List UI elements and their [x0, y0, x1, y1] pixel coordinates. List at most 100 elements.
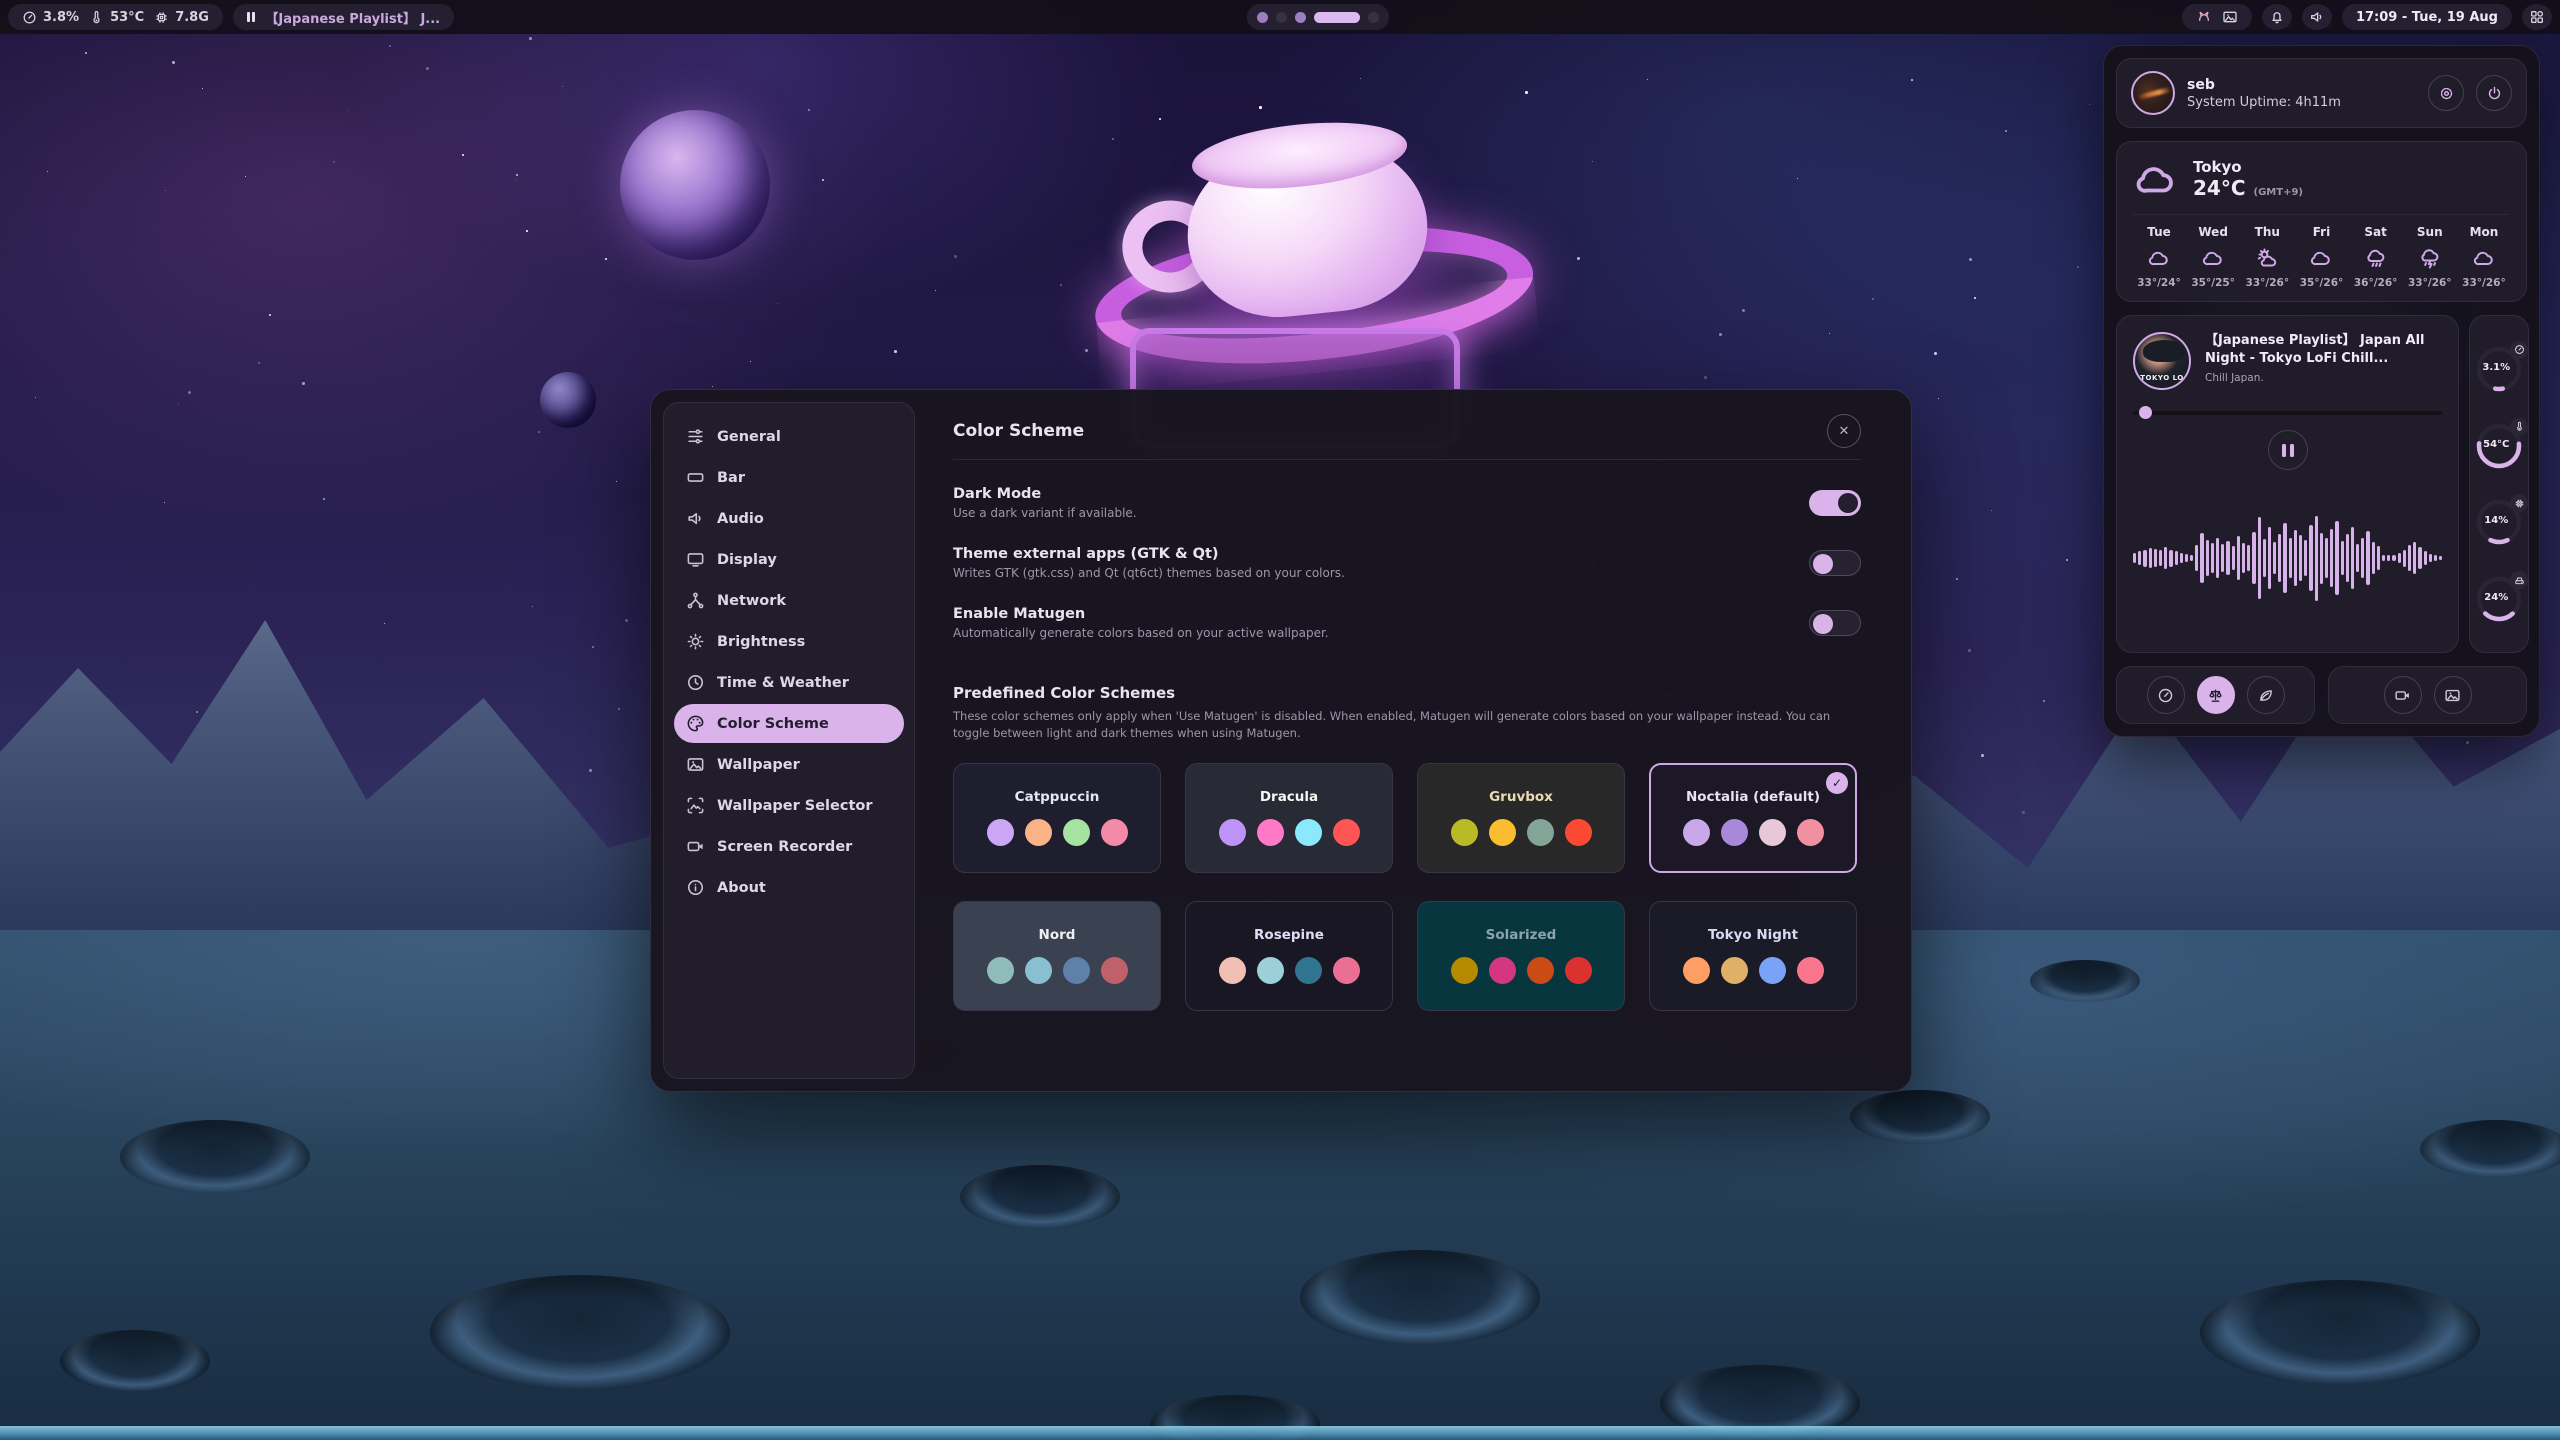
scheme-card-gruvbox[interactable]: Gruvbox: [1417, 763, 1625, 873]
waveform-bar: [2439, 556, 2442, 560]
user-name: seb: [2187, 77, 2416, 93]
waveform-bar: [2175, 551, 2178, 565]
predefined-schemes-section: Predefined Color Schemes These color sch…: [953, 684, 1861, 743]
storm-icon: [2418, 246, 2442, 270]
settings-button[interactable]: [2428, 75, 2464, 111]
swatch-1: [1683, 819, 1710, 846]
powersaver-profile-button[interactable]: [2247, 676, 2285, 714]
waveform-bar: [2299, 535, 2302, 581]
sidebar-item-audio[interactable]: Audio: [674, 499, 904, 538]
scheme-name: Nord: [1039, 927, 1076, 943]
forecast-day-sun: Sun33°/26°: [2404, 225, 2456, 289]
sidebar-item-color-scheme[interactable]: Color Scheme: [674, 704, 904, 743]
recorder-icon: [686, 837, 705, 856]
swatch-4: [1797, 819, 1824, 846]
setting-description: Automatically generate colors based on y…: [953, 626, 1329, 640]
swatch-2: [1257, 957, 1284, 984]
cloud-icon: [2147, 246, 2171, 270]
app-launcher-button[interactable]: [2522, 4, 2552, 30]
sidebar-item-label: Bar: [717, 470, 745, 486]
power-button[interactable]: [2476, 75, 2512, 111]
sidebar-item-label: Display: [717, 552, 777, 568]
screen-record-button[interactable]: [2384, 676, 2422, 714]
sidebar-item-bar[interactable]: Bar: [674, 458, 904, 497]
play-pause-button[interactable]: [2268, 430, 2308, 470]
swatch-4: [1565, 819, 1592, 846]
user-card: seb System Uptime: 4h11m: [2116, 58, 2527, 128]
seek-knob[interactable]: [2139, 406, 2152, 419]
waveform-bar: [2195, 545, 2198, 571]
sidebar-item-display[interactable]: Display: [674, 540, 904, 579]
media-pill[interactable]: 【Japanese Playlist】 J...: [233, 4, 454, 30]
swatch-4: [1565, 957, 1592, 984]
scheme-name: Gruvbox: [1489, 789, 1553, 805]
waveform-bar: [2143, 550, 2146, 567]
scheme-card-rosepine[interactable]: Rosepine: [1185, 901, 1393, 1011]
toggle-theme-external-apps-gtk-qt[interactable]: [1809, 550, 1861, 576]
weather-header: Tokyo 24°C (GMT+9): [2133, 156, 2510, 202]
scheme-card-catppuccin[interactable]: Catppuccin: [953, 763, 1161, 873]
workspace-indicator[interactable]: [1247, 4, 1389, 30]
media-player-card: TOKYO LO 【Japanese Playlist】 Japan All N…: [2116, 315, 2459, 653]
sidebar-item-network[interactable]: Network: [674, 581, 904, 620]
scheme-card-tokyo-night[interactable]: Tokyo Night: [1649, 901, 1857, 1011]
system-tray-pill[interactable]: [2182, 4, 2252, 30]
waveform-bar: [2315, 516, 2318, 601]
sidebar-item-about[interactable]: About: [674, 868, 904, 907]
waveform-bar: [2408, 545, 2411, 571]
setting-row-theme-external-apps-gtk-qt: Theme external apps (GTK & Qt) Writes GT…: [953, 546, 1861, 580]
gauge-badge: [2510, 418, 2528, 436]
setting-description: Writes GTK (gtk.css) and Qt (qt6ct) them…: [953, 566, 1345, 580]
swatch-4: [1101, 957, 1128, 984]
sidebar-item-screen-recorder[interactable]: Screen Recorder: [674, 827, 904, 866]
workspace-1-occupied[interactable]: [1257, 12, 1268, 23]
waveform-bar: [2159, 550, 2162, 565]
seek-bar[interactable]: [2133, 406, 2442, 418]
swatch-2: [1489, 957, 1516, 984]
gauge-value: 24%: [2475, 592, 2517, 603]
toggle-dark-mode[interactable]: [1809, 490, 1861, 516]
waveform-bar: [2221, 544, 2224, 571]
scheme-card-solarized[interactable]: Solarized: [1417, 901, 1625, 1011]
system-stats-pill[interactable]: 3.8% 53°C 7.8G: [8, 4, 223, 30]
top-bar: 3.8% 53°C 7.8G 【Japanese Playlist】 J... …: [0, 0, 2560, 34]
clock-pill[interactable]: 17:09 - Tue, 19 Aug: [2342, 4, 2512, 30]
balanced-profile-button[interactable]: [2197, 676, 2235, 714]
swatch-1: [1683, 957, 1710, 984]
workspace-2-empty[interactable]: [1276, 12, 1287, 23]
gauge-chip: 14%: [2475, 498, 2523, 546]
toggle-enable-matugen[interactable]: [1809, 610, 1861, 636]
rain-icon: [2364, 246, 2388, 270]
volume-button[interactable]: [2302, 4, 2332, 30]
scheme-card-dracula[interactable]: Dracula: [1185, 763, 1393, 873]
swatch-3: [1063, 957, 1090, 984]
scheme-card-noctalia-default[interactable]: Noctalia (default) ✓: [1649, 763, 1857, 873]
swatch-4: [1333, 957, 1360, 984]
waveform-bar: [2200, 533, 2203, 582]
sidebar-item-time-weather[interactable]: Time & Weather: [674, 663, 904, 702]
swatch-4: [1101, 819, 1128, 846]
swatch-3: [1527, 957, 1554, 984]
performance-profile-button[interactable]: [2147, 676, 2185, 714]
close-button[interactable]: ✕: [1827, 414, 1861, 448]
sidebar-item-wallpaper[interactable]: Wallpaper: [674, 745, 904, 784]
workspace-4-active[interactable]: [1314, 12, 1360, 23]
waveform-bar: [2252, 532, 2255, 585]
cpu-usage-stat: 3.8%: [22, 10, 79, 25]
scheme-card-nord[interactable]: Nord: [953, 901, 1161, 1011]
wallpaper-tray-icon[interactable]: [2222, 9, 2238, 25]
wallpaper-button[interactable]: [2434, 676, 2472, 714]
gauge-icon: [22, 10, 37, 25]
notifications-button[interactable]: [2262, 4, 2292, 30]
speaker-icon: [2309, 9, 2325, 25]
setting-row-enable-matugen: Enable Matugen Automatically generate co…: [953, 606, 1861, 640]
waveform-bar: [2377, 546, 2380, 570]
workspace-5-empty[interactable]: [1368, 12, 1379, 23]
sidebar-item-general[interactable]: General: [674, 417, 904, 456]
workspace-3-occupied[interactable]: [1295, 12, 1306, 23]
gauge-badge: [2510, 341, 2528, 359]
sidebar-item-brightness[interactable]: Brightness: [674, 622, 904, 661]
cat-tray-icon[interactable]: [2196, 9, 2212, 25]
waveform-bar: [2424, 551, 2427, 565]
sidebar-item-wallpaper-selector[interactable]: Wallpaper Selector: [674, 786, 904, 825]
